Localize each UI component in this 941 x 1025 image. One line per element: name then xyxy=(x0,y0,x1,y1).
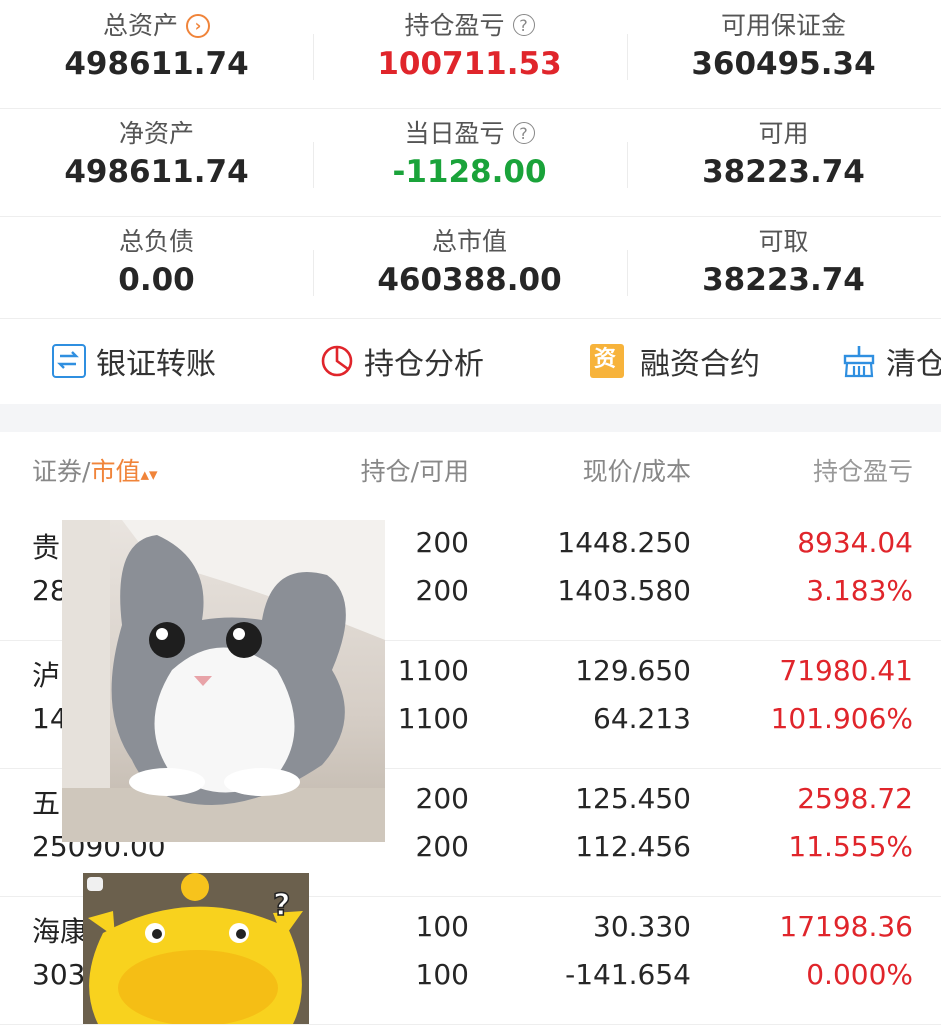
total-assets-label: 总资产 xyxy=(102,11,178,40)
position-qty: 200 xyxy=(415,526,469,559)
current-price: 125.450 xyxy=(575,782,691,815)
available-funds-value: 38223.74 xyxy=(702,154,865,190)
pnl-amount: 8934.04 xyxy=(797,526,913,559)
available-funds: 可用 38223.74 xyxy=(627,108,940,216)
security-name: 海康 xyxy=(32,915,89,948)
action-label: 持仓分析 xyxy=(364,347,484,382)
available-margin-value: 360495.34 xyxy=(691,46,876,82)
available-qty: 200 xyxy=(415,830,469,863)
withdrawable-label: 可取 xyxy=(758,227,809,256)
action-label: 清仓 xyxy=(886,347,941,382)
summary-row-3: 总负债 0.00 总市值 460388.00 可取 38223.74 xyxy=(0,216,941,319)
total-assets-value: 498611.74 xyxy=(64,46,249,82)
col-security-market-value[interactable]: 证券/市值▴▾ xyxy=(32,452,158,488)
action-margin-contract[interactable]: 资 融资合约 xyxy=(590,318,760,404)
pnl-percent: 11.555% xyxy=(788,830,913,863)
pnl-percent: 0.000% xyxy=(806,958,913,991)
net-assets-value: 498611.74 xyxy=(64,154,249,190)
total-liabilities: 总负债 0.00 xyxy=(0,216,313,324)
pie-chart-icon xyxy=(320,344,354,378)
position-pnl-value: 100711.53 xyxy=(377,46,562,82)
withdrawable: 可取 38223.74 xyxy=(627,216,940,324)
action-label: 融资合约 xyxy=(640,347,760,382)
section-gap xyxy=(0,404,941,432)
summary-row-2: 净资产 498611.74 当日盈亏? -1128.00 可用 38223.74 xyxy=(0,108,941,217)
bank-transfer-icon xyxy=(52,344,86,378)
action-bank-transfer[interactable]: 银证转账 xyxy=(52,318,216,404)
chevron-right-circle-icon[interactable]: › xyxy=(186,14,210,38)
net-assets-label: 净资产 xyxy=(118,119,194,148)
position-qty: 200 xyxy=(415,782,469,815)
net-assets: 净资产 498611.74 xyxy=(0,108,313,216)
available-qty: 1100 xyxy=(397,702,469,735)
security-name: 泸 xyxy=(32,659,61,692)
total-assets[interactable]: 总资产 › 498611.74 xyxy=(0,0,313,108)
withdrawable-value: 38223.74 xyxy=(702,262,865,298)
daily-pnl: 当日盈亏? -1128.00 xyxy=(313,108,626,216)
col-position-pnl[interactable]: 持仓盈亏 xyxy=(813,452,913,488)
sort-market-value[interactable]: 市值 xyxy=(90,457,140,486)
summary-row-1: 总资产 › 498611.74 持仓盈亏? 100711.53 可用保证金 360… xyxy=(0,0,941,109)
cost-price: 112.456 xyxy=(575,830,691,863)
available-qty: 100 xyxy=(415,958,469,991)
position-pnl: 持仓盈亏? 100711.53 xyxy=(313,0,626,108)
available-funds-label: 可用 xyxy=(758,119,809,148)
sort-arrows-icon: ▴▾ xyxy=(140,465,158,485)
current-price: 129.650 xyxy=(575,654,691,687)
action-position-analysis[interactable]: 持仓分析 xyxy=(320,318,484,404)
action-clear-position[interactable]: 清仓 xyxy=(842,318,941,404)
current-price: 30.330 xyxy=(593,910,691,943)
cost-price: -141.654 xyxy=(565,958,691,991)
total-liabilities-label: 总负债 xyxy=(118,227,194,256)
security-name: 五 xyxy=(32,787,61,820)
pnl-amount: 2598.72 xyxy=(797,782,913,815)
total-liabilities-value: 0.00 xyxy=(118,262,195,298)
help-circle-icon[interactable]: ? xyxy=(512,122,535,144)
contract-icon: 资 xyxy=(590,344,624,378)
pnl-amount: 17198.36 xyxy=(779,910,913,943)
position-pnl-label: 持仓盈亏 xyxy=(404,11,505,40)
market-value: 303 xyxy=(32,958,86,991)
broom-icon xyxy=(842,344,876,378)
cost-price: 1403.580 xyxy=(557,574,691,607)
position-qty: 100 xyxy=(415,910,469,943)
total-market-value: 总市值 460388.00 xyxy=(313,216,626,324)
available-margin-label: 可用保证金 xyxy=(720,11,846,40)
security-name: 贵 xyxy=(32,531,61,564)
total-market-value-label: 总市值 xyxy=(431,227,507,256)
svg-text:?: ? xyxy=(273,888,290,923)
cost-price: 64.213 xyxy=(593,702,691,735)
col-price-cost[interactable]: 现价/成本 xyxy=(583,452,691,488)
available-margin: 可用保证金 360495.34 xyxy=(627,0,940,108)
available-qty: 200 xyxy=(415,574,469,607)
current-price: 1448.250 xyxy=(557,526,691,559)
pnl-amount: 71980.41 xyxy=(779,654,913,687)
pnl-percent: 101.906% xyxy=(770,702,913,735)
total-market-value-value: 460388.00 xyxy=(377,262,562,298)
positions-table-header: 证券/市值▴▾ 持仓/可用 现价/成本 持仓盈亏 xyxy=(0,432,941,510)
daily-pnl-label: 当日盈亏 xyxy=(404,119,505,148)
daily-pnl-value: -1128.00 xyxy=(392,154,547,190)
account-summary: 总资产 › 498611.74 持仓盈亏? 100711.53 可用保证金 360… xyxy=(0,0,941,319)
quick-actions: 银证转账 持仓分析 资 融资合约 清仓 xyxy=(0,318,941,404)
cat-sticker-image xyxy=(62,520,385,842)
position-qty: 1100 xyxy=(397,654,469,687)
yellow-character-sticker-image: ? xyxy=(83,873,309,1024)
pnl-percent: 3.183% xyxy=(806,574,913,607)
action-label: 银证转账 xyxy=(96,347,216,382)
col-position-available[interactable]: 持仓/可用 xyxy=(361,452,469,488)
help-circle-icon[interactable]: ? xyxy=(512,14,535,36)
